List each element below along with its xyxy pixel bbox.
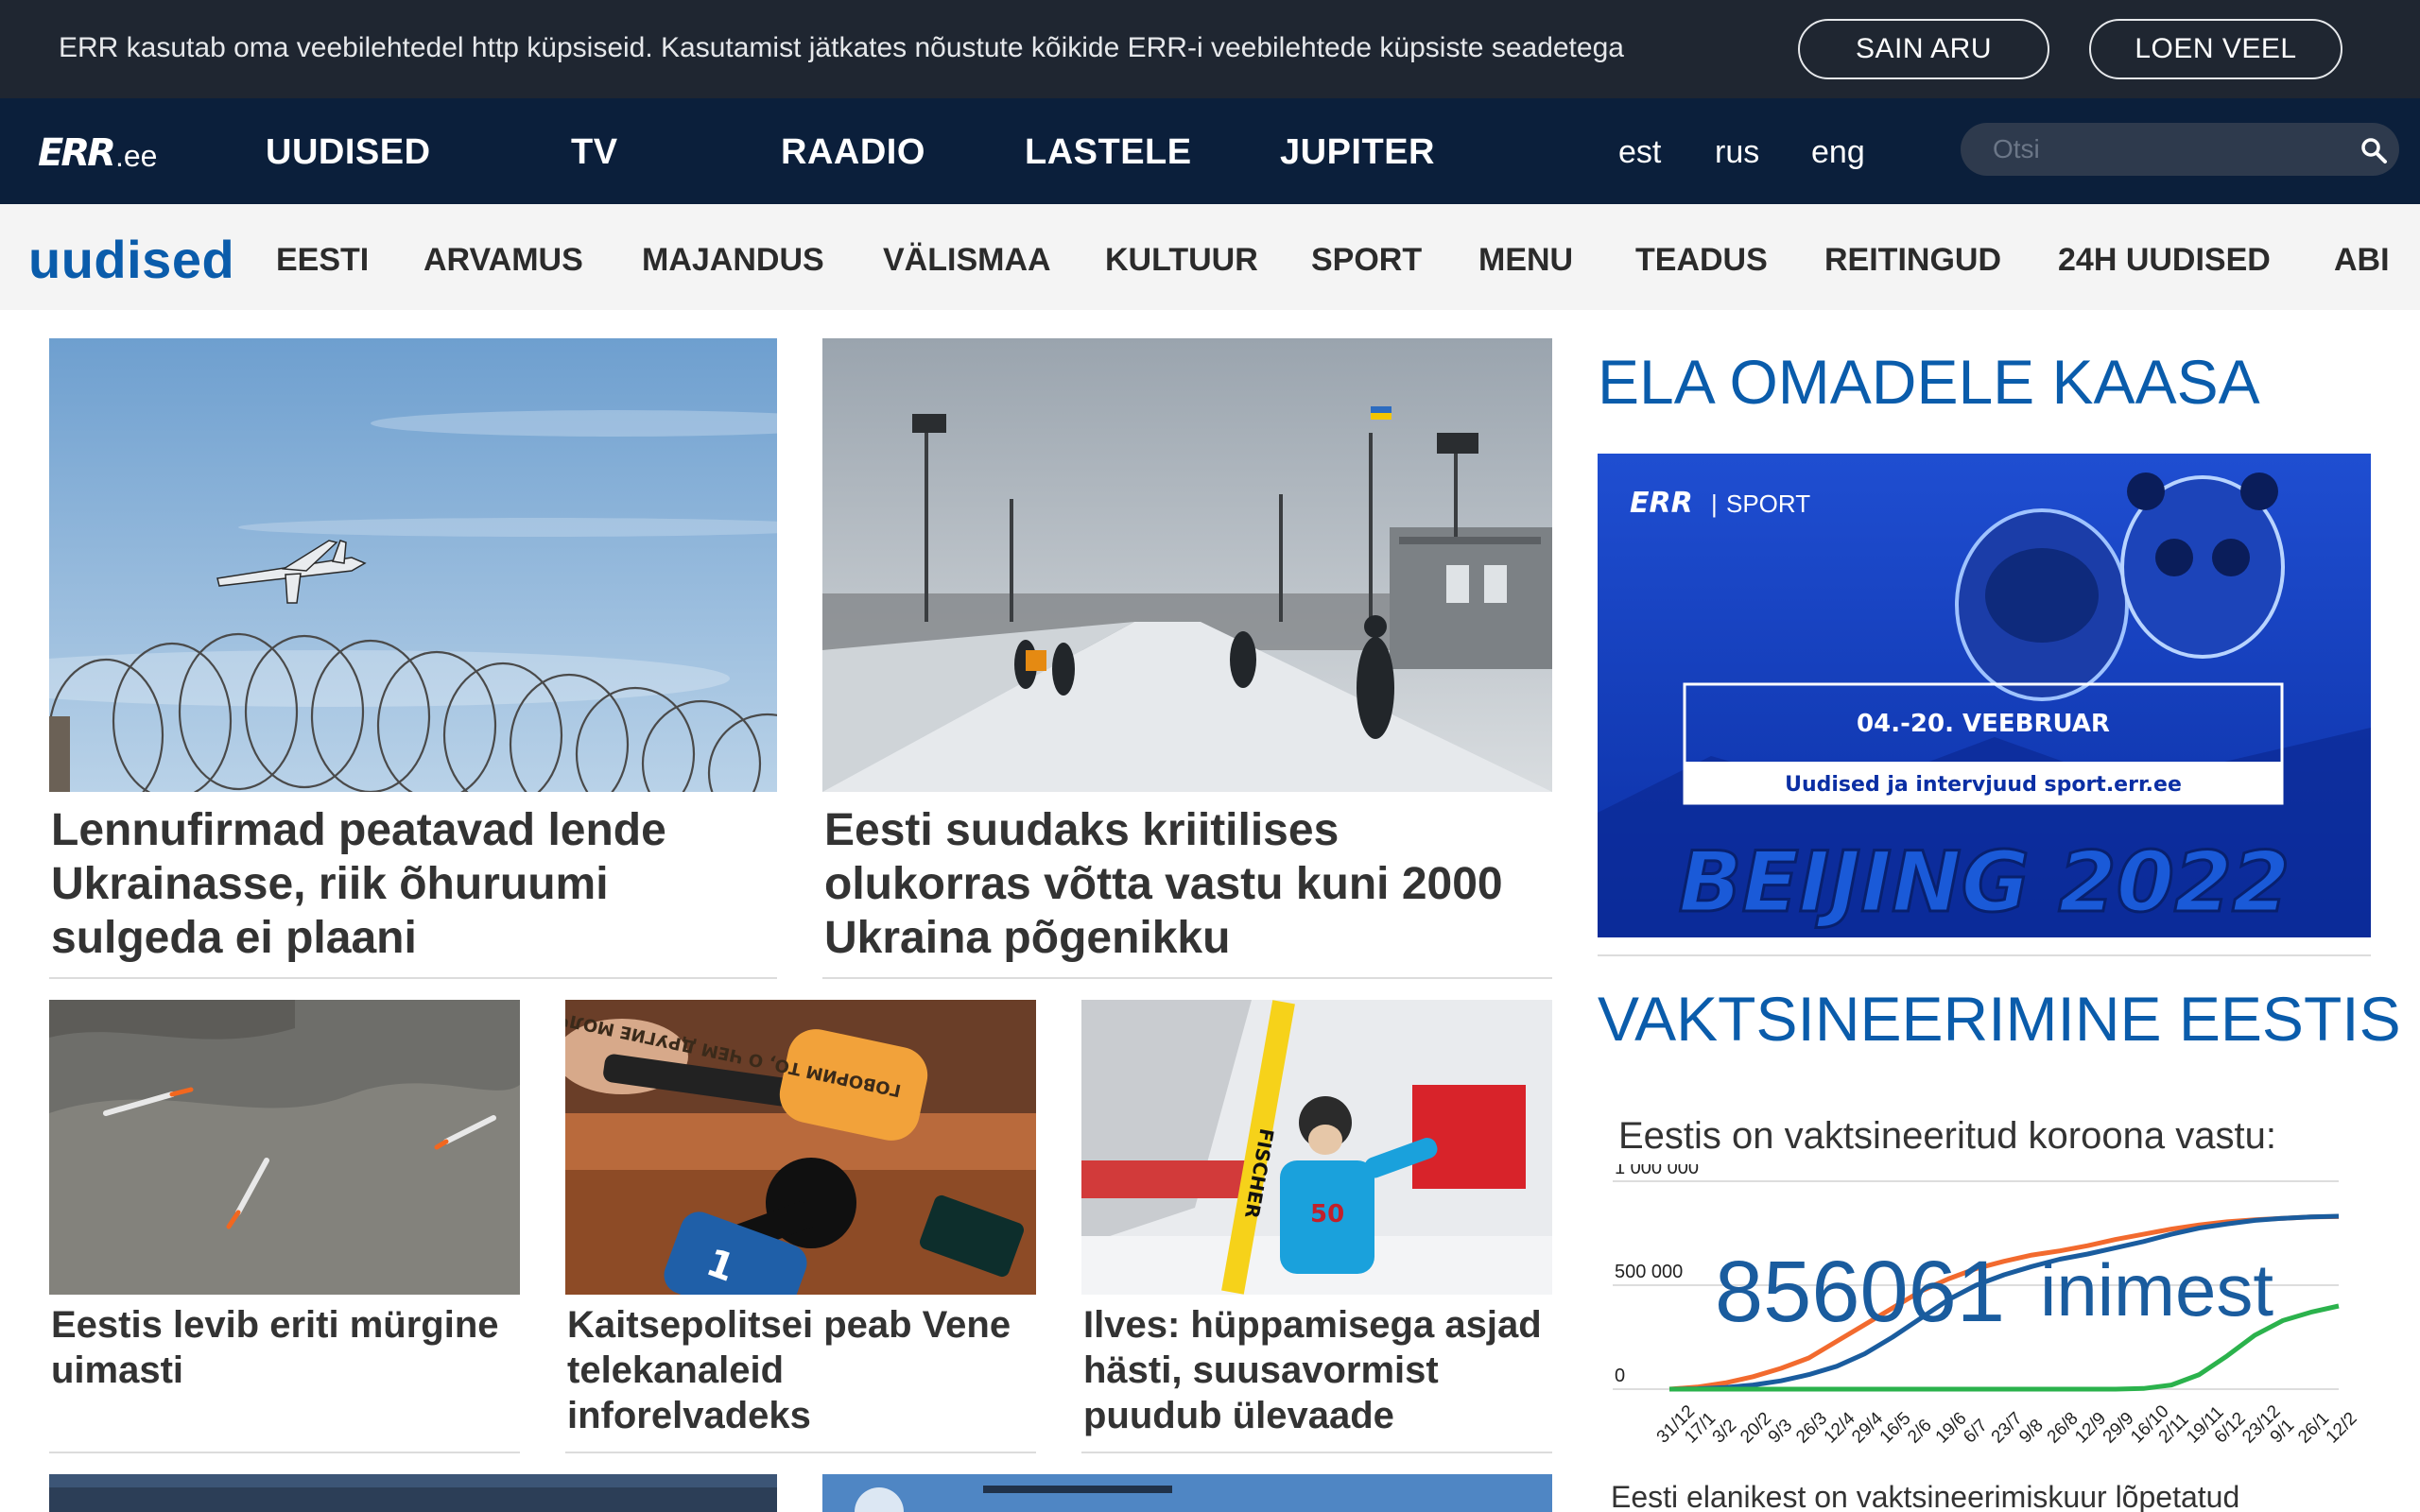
vaccination-heading: VAKTSINEERIMINE EESTIS: [1598, 984, 2401, 1054]
section-title[interactable]: uudised: [28, 229, 234, 290]
vaccination-text: Eestis on vaktsineeritud koroona vastu:: [1618, 1115, 2276, 1157]
article-image-microphones[interactable]: ГОВОРИМ ТО, О ЧЕМ ДРУГИЕ МОЛЧАТ 1: [565, 1000, 1036, 1295]
divider: [1598, 954, 2371, 956]
promo-dates: 04.-20. VEEBRUAR: [1857, 710, 2110, 738]
nav-item-jupiter[interactable]: JUPITER: [1280, 132, 1435, 173]
section-item-eesti[interactable]: EESTI: [276, 242, 369, 279]
divider: [49, 1452, 520, 1453]
vaccination-footer-text: Eesti elanikest on vaktsineerimiskuur lõ…: [1611, 1480, 2240, 1512]
chart-y-tick-label: 500 000: [1615, 1262, 1683, 1282]
article-card-airlines[interactable]: Lennufirmad peatavad lende Ukrainasse, r…: [49, 338, 777, 981]
bib-number: 50: [1310, 1200, 1344, 1228]
beijing-2022-promo-banner[interactable]: ERR | SPORT 04.-20. VEEBRUAR Uudised ja …: [1598, 454, 2371, 937]
chart-x-tick-label: 12/2: [2323, 1409, 2361, 1448]
divider: [822, 977, 1552, 979]
vaccination-chart: 0500 0001 000 000 31/1217/13/220/29/326/…: [1613, 1164, 2361, 1448]
cookie-accept-button[interactable]: SAIN ARU: [1798, 19, 2049, 79]
vaccination-count: 856061: [1715, 1244, 2005, 1340]
divider: [49, 977, 777, 979]
article-image-ski-jumper[interactable]: FISCHER 50: [1081, 1000, 1552, 1295]
article-image-syringes[interactable]: [49, 1000, 520, 1295]
article-card-partial[interactable]: [822, 1474, 1552, 1512]
article-card-ilves[interactable]: FISCHER 50 Ilves: hüppamisega asjad häst…: [1081, 1000, 1552, 1453]
promo-event: BEIJING 2022: [1679, 833, 2290, 931]
cookie-text: ERR kasutab oma veebilehtedel http küpsi…: [59, 32, 1624, 63]
search-input[interactable]: [1993, 132, 2333, 166]
language-eng[interactable]: eng: [1811, 134, 1865, 171]
promo-brand-section: SPORT: [1726, 490, 1810, 518]
language-est[interactable]: est: [1618, 134, 1661, 171]
section-item-menu[interactable]: MENU: [1478, 242, 1573, 279]
article-card-partial[interactable]: [49, 1474, 777, 1512]
section-item-arvamus[interactable]: ARVAMUS: [424, 242, 583, 279]
section-navigation: uudised EESTI ARVAMUS MAJANDUS VÄLISMAA …: [0, 204, 2420, 310]
logo-suffix: .ee: [114, 139, 158, 173]
chart-y-tick-label: 0: [1615, 1366, 1625, 1386]
section-item-sport[interactable]: SPORT: [1311, 242, 1422, 279]
section-item-valismaa[interactable]: VÄLISMAA: [883, 242, 1051, 279]
section-item-majandus[interactable]: MAJANDUS: [642, 242, 824, 279]
search-box: [1961, 123, 2399, 176]
divider: [1081, 1452, 1552, 1453]
article-card-drugs[interactable]: Eestis levib eriti mürgine uimasti: [49, 1000, 520, 1453]
article-title[interactable]: Ilves: hüppamisega asjad hästi, suusavor…: [1083, 1302, 1547, 1438]
cookie-banner: ERR kasutab oma veebilehtedel http küpsi…: [0, 0, 2420, 98]
article-title[interactable]: Eestis levib eriti mürgine uimasti: [51, 1302, 514, 1393]
chart-y-tick-label: 1 000 000: [1615, 1164, 1699, 1178]
nav-item-lastele[interactable]: LASTELE: [1025, 132, 1192, 173]
divider: [565, 1452, 1036, 1453]
nav-item-uudised[interactable]: UUDISED: [266, 132, 431, 173]
nav-item-raadio[interactable]: RAADIO: [781, 132, 925, 173]
article-title[interactable]: Kaitsepolitsei peab Vene telekanaleid in…: [567, 1302, 1030, 1438]
article-title[interactable]: Lennufirmad peatavad lende Ukrainasse, r…: [51, 803, 769, 965]
language-rus[interactable]: rus: [1715, 134, 1759, 171]
article-card-propaganda[interactable]: ГОВОРИМ ТО, О ЧЕМ ДРУГИЕ МОЛЧАТ 1 Kaitse…: [565, 1000, 1036, 1453]
section-item-abi[interactable]: ABI: [2334, 242, 2390, 279]
err-logo[interactable]: ERR .ee: [38, 130, 157, 172]
article-image-border-crossing[interactable]: [822, 338, 1552, 792]
section-item-kultuur[interactable]: KULTUUR: [1105, 242, 1258, 279]
article-image-airplane[interactable]: [49, 338, 777, 792]
article-image-partial[interactable]: [822, 1474, 1552, 1512]
main-navigation: ERR .ee UUDISED TV RAADIO LASTELE JUPITE…: [0, 98, 2420, 204]
article-title[interactable]: Eesti suudaks kriitilises olukorras võtt…: [824, 803, 1545, 965]
section-item-teadus[interactable]: TEADUS: [1635, 242, 1768, 279]
promo-brand: ERR: [1630, 487, 1693, 520]
cookie-read-more-button[interactable]: LOEN VEEL: [2089, 19, 2342, 79]
promo-subtitle: Uudised ja intervjuud sport.err.ee: [1785, 773, 2182, 797]
section-item-24h-uudised[interactable]: 24H UUDISED: [2058, 242, 2271, 279]
article-image-partial[interactable]: [49, 1474, 777, 1512]
nav-item-tv[interactable]: TV: [571, 132, 618, 173]
svg-text:|: |: [1711, 490, 1718, 518]
promo-heading: ELA OMADELE KAASA: [1598, 347, 2260, 417]
vaccination-unit: inimest: [2040, 1248, 2273, 1332]
logo-mark: ERR: [38, 131, 116, 175]
search-icon[interactable]: [2360, 136, 2388, 164]
section-item-reitingud[interactable]: REITINGUD: [1824, 242, 2001, 279]
article-card-refugees[interactable]: Eesti suudaks kriitilises olukorras võtt…: [822, 338, 1552, 981]
